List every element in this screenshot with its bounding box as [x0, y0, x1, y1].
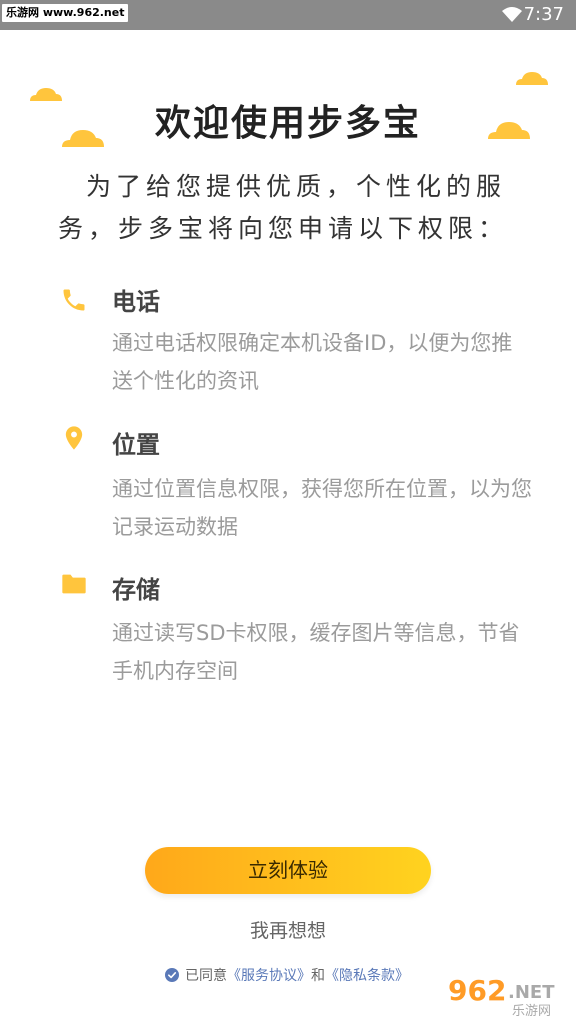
- agreement-row: 已同意《服务协议》和《隐私条款》: [165, 966, 409, 986]
- cloud-icon: [516, 72, 548, 85]
- status-bar: 乐游网 www.962.net 7:37: [0, 0, 576, 30]
- wifi-icon: [502, 7, 522, 22]
- site-watermark: 乐游网 www.962.net: [2, 4, 129, 22]
- think-again-link[interactable]: 我再想想: [0, 916, 576, 943]
- service-agreement-link[interactable]: 《服务协议》: [227, 968, 311, 984]
- permission-title-storage: 存储: [112, 576, 160, 604]
- check-circle-icon[interactable]: [165, 968, 179, 982]
- privacy-terms-link[interactable]: 《隐私条款》: [325, 968, 409, 984]
- permission-title-phone: 电话: [112, 288, 160, 316]
- intro-text: 为了给您提供优质，个性化的服务，步多宝将向您申请以下权限：: [58, 172, 509, 243]
- permission-desc-storage: 通过读写SD卡权限，缓存图片等信息，节省手机内存空间: [112, 621, 520, 683]
- site-logo-watermark: 962 .NET 乐游网: [448, 974, 555, 1018]
- folder-icon: [62, 574, 86, 594]
- status-time: 7:37: [523, 4, 564, 25]
- svg-text:.NET: .NET: [508, 982, 555, 1003]
- permission-title-location: 位置: [112, 431, 160, 459]
- permission-desc-location: 通过位置信息权限，获得您所在位置，以为您记录运动数据: [112, 477, 532, 539]
- phone-icon: [63, 289, 85, 311]
- svg-text:乐游网: 乐游网: [512, 1004, 551, 1018]
- svg-text:962: 962: [448, 974, 506, 1007]
- agreement-and: 和: [311, 968, 325, 984]
- agreement-prefix: 已同意: [185, 968, 227, 984]
- try-now-button[interactable]: 立刻体验: [145, 847, 431, 894]
- location-pin-icon: [65, 426, 83, 450]
- permission-desc-phone: 通过电话权限确定本机设备ID，以便为您推送个性化的资讯: [112, 331, 513, 393]
- page-title: 欢迎使用步多宝: [154, 103, 421, 144]
